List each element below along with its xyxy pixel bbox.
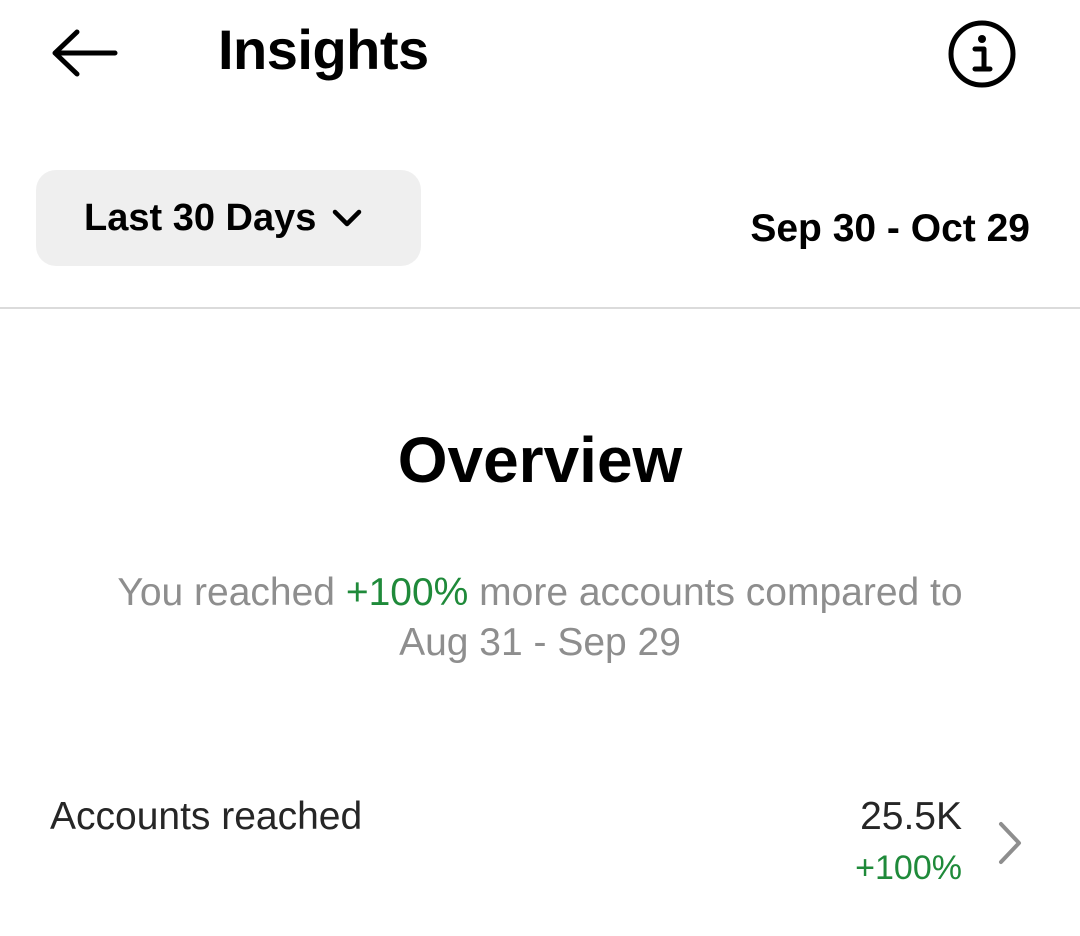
overview-heading: Overview	[397, 424, 683, 496]
metric-label: Accounts reached	[50, 795, 363, 838]
summary-prefix: You reached	[117, 571, 346, 614]
info-button[interactable]	[942, 18, 1022, 90]
overview-summary: You reached +100% more accounts compared…	[90, 568, 990, 668]
metric-value: 25.5K	[860, 795, 962, 838]
summary-highlight: +100%	[345, 571, 469, 614]
date-range-text: Sep 30 - Oct 29	[750, 207, 1030, 250]
metric-change: +100%	[855, 849, 962, 887]
arrow-left-icon	[52, 29, 118, 77]
page-title: Insights	[218, 18, 429, 81]
insights-screen: Insights Last 30 Days Sep 30 - Oct 29 Ov…	[0, 0, 1080, 936]
chevron-down-icon	[332, 208, 362, 228]
metric-row-accounts-reached[interactable]: Accounts reached 25.5K +100%	[0, 770, 1080, 900]
date-range-dropdown[interactable]: Last 30 Days	[36, 170, 421, 266]
info-circle-icon	[948, 20, 1016, 88]
back-button[interactable]	[44, 18, 124, 88]
date-range-dropdown-label: Last 30 Days	[84, 196, 317, 239]
chevron-right-icon	[990, 818, 1030, 868]
divider	[0, 307, 1080, 309]
summary-suffix: more accounts compared to Aug 31 - Sep 2…	[399, 571, 963, 664]
